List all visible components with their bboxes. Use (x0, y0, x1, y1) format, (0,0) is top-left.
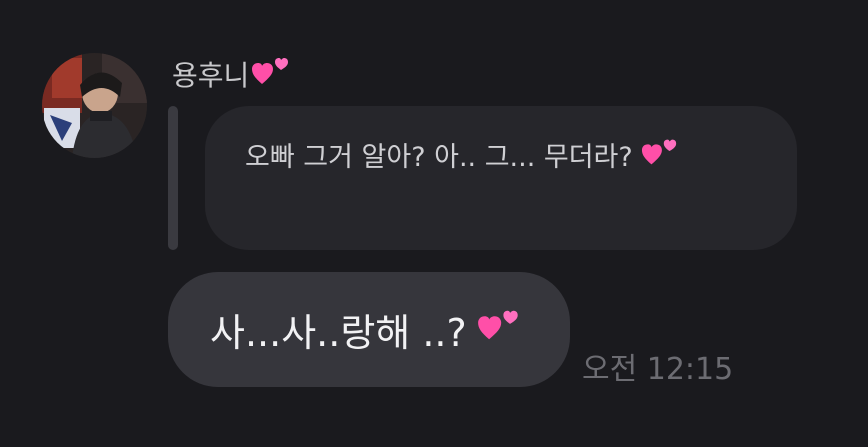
message-timestamp: 오전 12:15 (582, 352, 734, 387)
two-hearts-icon (641, 134, 679, 183)
avatar-photo (42, 53, 147, 158)
reply-preview-bubble[interactable]: 오빠 그거 알아? 아.. 그... 무더라? (205, 106, 797, 250)
reply-preview-text: 오빠 그거 알아? 아.. 그... 무더라? (245, 142, 633, 173)
message-text: 사...사..랑해 ..? (210, 311, 467, 355)
sender-name: 용후니 (172, 59, 250, 92)
reply-indicator-bar (168, 106, 178, 250)
two-hearts-icon (477, 304, 521, 355)
sender-avatar[interactable] (42, 53, 147, 158)
two-hearts-icon (251, 54, 291, 95)
message-bubble[interactable]: 사...사..랑해 ..? (168, 272, 570, 387)
sender-name-row: 용후니 (172, 54, 291, 94)
